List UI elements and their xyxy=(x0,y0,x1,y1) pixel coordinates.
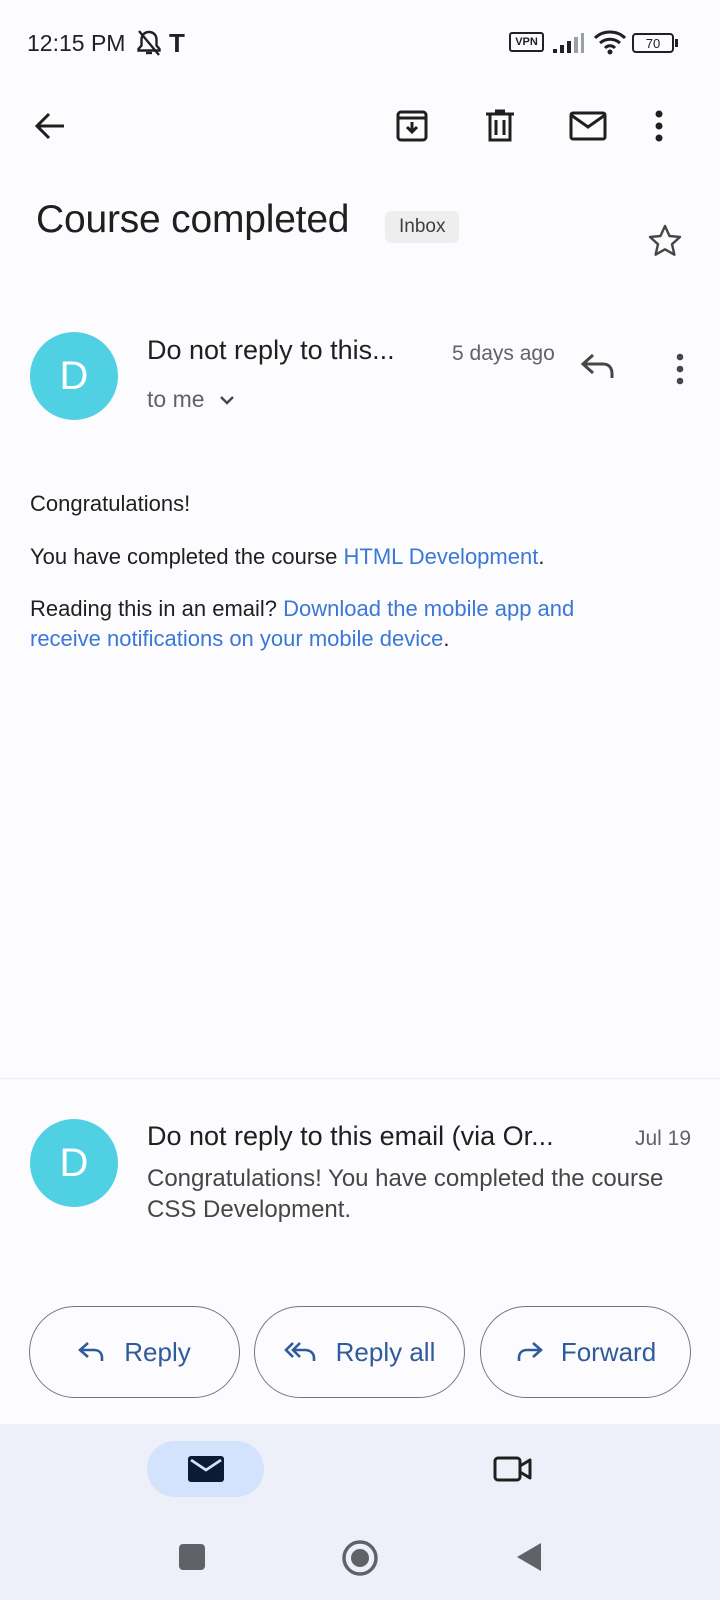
forward-label: Forward xyxy=(560,1336,657,1367)
chevron-down-icon xyxy=(219,395,235,405)
sender-name: Do not reply to this... xyxy=(147,335,395,365)
reply-all-icon xyxy=(283,1341,318,1363)
message-divider xyxy=(0,1078,720,1079)
nav-mail-tab[interactable] xyxy=(147,1441,264,1497)
more-vert-icon[interactable] xyxy=(631,98,687,154)
reply-icon xyxy=(78,1341,106,1363)
reply-button[interactable]: Reply xyxy=(29,1306,240,1398)
vpn-badge: VPN xyxy=(509,32,544,52)
reply-all-label: Reply all xyxy=(335,1336,436,1367)
reply-label: Reply xyxy=(124,1336,191,1367)
mail-icon xyxy=(187,1455,225,1483)
mark-unread-icon[interactable] xyxy=(560,98,616,154)
reply-icon[interactable] xyxy=(580,352,616,380)
battery-icon: 70 xyxy=(632,33,674,53)
notifications-off-icon xyxy=(136,29,162,57)
download-app-link[interactable]: Download the mobile app and xyxy=(283,596,574,621)
recents-square-icon[interactable] xyxy=(178,1543,206,1571)
download-app-link-continued[interactable]: receive notifications on your mobile dev… xyxy=(30,626,443,651)
body-text-suffix: . xyxy=(443,626,450,651)
body-text-prefix: You have completed the course xyxy=(30,544,344,569)
battery-tip xyxy=(675,39,678,47)
signal-icon xyxy=(552,32,584,54)
forward-icon xyxy=(515,1341,543,1363)
reply-all-button[interactable]: Reply all xyxy=(254,1306,465,1398)
back-arrow-icon[interactable] xyxy=(22,98,78,154)
video-camera-icon[interactable] xyxy=(493,1453,533,1485)
message-snippet: Congratulations! You have completed the … xyxy=(147,1165,664,1223)
wifi-icon xyxy=(593,29,627,55)
body-text-suffix: . xyxy=(538,544,545,569)
inbox-label-chip[interactable]: Inbox xyxy=(385,211,460,243)
body-text-prefix: Reading this in an email? xyxy=(30,596,284,621)
recipient-text: to me xyxy=(147,386,205,412)
home-circle-icon[interactable] xyxy=(341,1539,379,1577)
body-line-1: Congratulations! xyxy=(30,491,191,516)
status-time: 12:15 PM xyxy=(27,30,126,56)
message-more-icon[interactable] xyxy=(676,353,684,385)
recipient-details-toggle[interactable]: to me xyxy=(147,386,235,413)
sender-avatar: D xyxy=(30,1119,118,1207)
carrier-t-icon: T xyxy=(169,28,185,58)
sender-avatar[interactable]: D xyxy=(30,332,118,420)
message-time: 5 days ago xyxy=(452,342,555,365)
course-link[interactable]: HTML Development xyxy=(344,544,539,569)
sender-name: Do not reply to this email (via Or... xyxy=(147,1121,554,1151)
archive-icon[interactable] xyxy=(384,98,440,154)
delete-icon[interactable] xyxy=(472,98,528,154)
body-line-2: You have completed the course HTML Devel… xyxy=(30,542,690,572)
body-line-3: Reading this in an email? Download the m… xyxy=(30,594,690,654)
message-date: Jul 19 xyxy=(635,1127,692,1150)
star-outline-icon[interactable] xyxy=(648,224,682,257)
back-triangle-icon[interactable] xyxy=(515,1541,543,1573)
forward-button[interactable]: Forward xyxy=(480,1306,691,1398)
email-subject: Course completed xyxy=(36,198,350,241)
